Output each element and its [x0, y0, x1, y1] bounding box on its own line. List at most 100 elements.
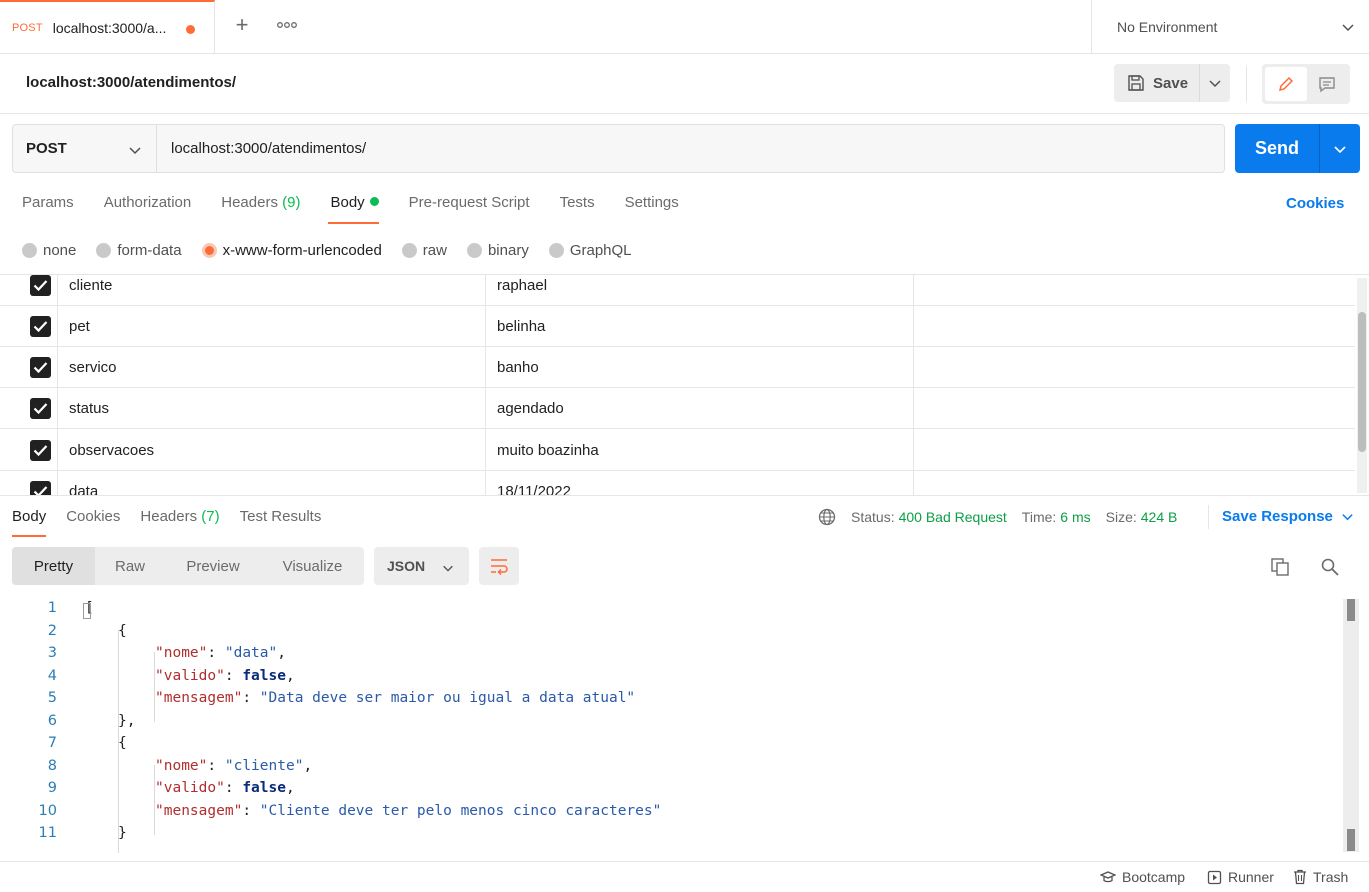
request-tab[interactable]: POST localhost:3000/a... [0, 0, 215, 54]
view-visualize[interactable]: Visualize [261, 547, 364, 585]
line-number: 11 [38, 825, 57, 841]
json-key: "nome" [155, 645, 208, 661]
more-tabs-icon[interactable] [276, 16, 298, 34]
environment-selector[interactable]: No Environment [1091, 0, 1369, 54]
code-scrollbar[interactable] [1343, 599, 1359, 852]
json-string: "data" [224, 645, 278, 661]
radio-icon [96, 242, 112, 258]
cookies-link[interactable]: Cookies [1286, 195, 1344, 212]
param-value[interactable]: muito boazinha [497, 442, 599, 459]
response-size[interactable]: Size: 424 B [1106, 509, 1178, 525]
scrollbar-thumb[interactable] [1358, 312, 1366, 452]
save-options-button[interactable] [1200, 64, 1230, 102]
radio-label: x-www-form-urlencoded [222, 241, 382, 259]
code-line: 6}, [0, 713, 1340, 735]
row-checkbox[interactable] [30, 398, 51, 419]
param-key[interactable]: servico [69, 359, 117, 376]
tab-params[interactable]: Params [22, 194, 74, 224]
tab-tests[interactable]: Tests [560, 194, 595, 224]
param-value[interactable]: belinha [497, 318, 545, 335]
param-value[interactable]: agendado [497, 400, 564, 417]
save-response-button[interactable]: Save Response [1222, 508, 1354, 525]
chevron-down-icon [129, 147, 141, 155]
search-icon[interactable] [1320, 557, 1340, 577]
check-icon [33, 403, 48, 415]
param-key[interactable]: cliente [69, 277, 112, 294]
tab-settings[interactable]: Settings [625, 194, 679, 224]
pencil-icon [1278, 76, 1294, 92]
response-code-viewer[interactable]: 1[ 2{ 3 "nome": "data", 4 "valido": false,… [0, 598, 1340, 853]
params-scrollbar[interactable] [1357, 278, 1367, 493]
send-options-button[interactable] [1320, 124, 1360, 173]
check-icon [33, 321, 48, 333]
chevron-down-icon [1334, 145, 1346, 153]
radio-binary[interactable]: binary [466, 242, 529, 259]
tab-response-body[interactable]: Body [12, 508, 47, 537]
copy-icon[interactable] [1270, 557, 1290, 577]
request-name[interactable]: localhost:3000/atendimentos/ [26, 74, 236, 91]
view-raw[interactable]: Raw [95, 547, 165, 585]
row-checkbox[interactable] [30, 316, 51, 337]
code-text: } [118, 825, 127, 841]
row-checkbox[interactable] [30, 357, 51, 378]
check-icon [33, 362, 48, 374]
runner-label: Runner [1228, 869, 1274, 885]
wrap-lines-button[interactable] [479, 547, 519, 585]
radio-urlencoded[interactable]: x-www-form-urlencoded [201, 241, 382, 259]
response-status[interactable]: Status: 400 Bad Request [851, 509, 1007, 525]
view-pretty[interactable]: Pretty [12, 547, 95, 585]
divider [0, 495, 1369, 496]
tab-headers[interactable]: Headers (9) [221, 194, 300, 224]
url-bar: POST localhost:3000/atendimentos/ [12, 124, 1225, 173]
line-number: 9 [47, 780, 57, 796]
tab-test-results[interactable]: Test Results [240, 508, 322, 537]
table-row: cliente raphael [0, 275, 1355, 306]
tab-prerequest-script[interactable]: Pre-request Script [409, 194, 530, 224]
new-tab-plus-icon[interactable]: + [231, 14, 253, 36]
param-key[interactable]: status [69, 400, 109, 417]
method-selector[interactable]: POST [13, 125, 157, 172]
tab-body[interactable]: Body [328, 194, 379, 224]
param-key[interactable]: data [69, 483, 98, 495]
trash-button[interactable]: Trash [1293, 869, 1348, 885]
tab-response-cookies[interactable]: Cookies [66, 508, 120, 537]
tab-response-headers[interactable]: Headers (7) [140, 508, 219, 537]
url-input[interactable]: localhost:3000/atendimentos/ [171, 140, 366, 157]
comments-button[interactable] [1307, 67, 1347, 101]
table-row: status agendado [0, 388, 1355, 429]
radio-graphql[interactable]: GraphQL [548, 242, 632, 259]
row-checkbox[interactable] [30, 440, 51, 461]
language-selector[interactable]: JSON [374, 547, 469, 585]
tab-bar: POST localhost:3000/a... + No Environmen… [0, 0, 1369, 54]
json-key: "nome" [155, 758, 208, 774]
view-preview[interactable]: Preview [165, 547, 261, 585]
response-time[interactable]: Time: 6 ms [1022, 509, 1091, 525]
radio-none[interactable]: none [22, 242, 76, 259]
runner-button[interactable]: Runner [1207, 869, 1274, 885]
save-button[interactable]: Save [1114, 64, 1200, 102]
comment-icon [1319, 77, 1335, 93]
radio-selected-icon [201, 242, 217, 258]
bootcamp-button[interactable]: Bootcamp [1100, 869, 1185, 885]
param-key[interactable]: pet [69, 318, 90, 335]
save-response-label: Save Response [1222, 508, 1333, 525]
row-checkbox[interactable] [30, 481, 51, 495]
radio-form-data[interactable]: form-data [96, 241, 182, 259]
radio-raw[interactable]: raw [401, 242, 447, 259]
edit-mode-button[interactable] [1265, 67, 1307, 101]
radio-label: form-data [117, 241, 182, 259]
table-row: pet belinha [0, 306, 1355, 347]
tab-authorization[interactable]: Authorization [104, 194, 192, 224]
scrollbar-thumb[interactable] [1347, 829, 1355, 851]
param-value[interactable]: raphael [497, 277, 547, 294]
scrollbar-thumb[interactable] [1347, 599, 1355, 621]
line-number: 5 [47, 690, 57, 706]
param-value[interactable]: 18/11/2022 [497, 483, 571, 495]
globe-icon[interactable] [818, 508, 836, 526]
line-number: 3 [47, 645, 57, 661]
param-key[interactable]: observacoes [69, 442, 154, 459]
send-button[interactable]: Send [1235, 124, 1320, 173]
row-checkbox[interactable] [30, 275, 51, 296]
code-line: 4 "valido": false, [0, 668, 1340, 690]
param-value[interactable]: banho [497, 359, 539, 376]
